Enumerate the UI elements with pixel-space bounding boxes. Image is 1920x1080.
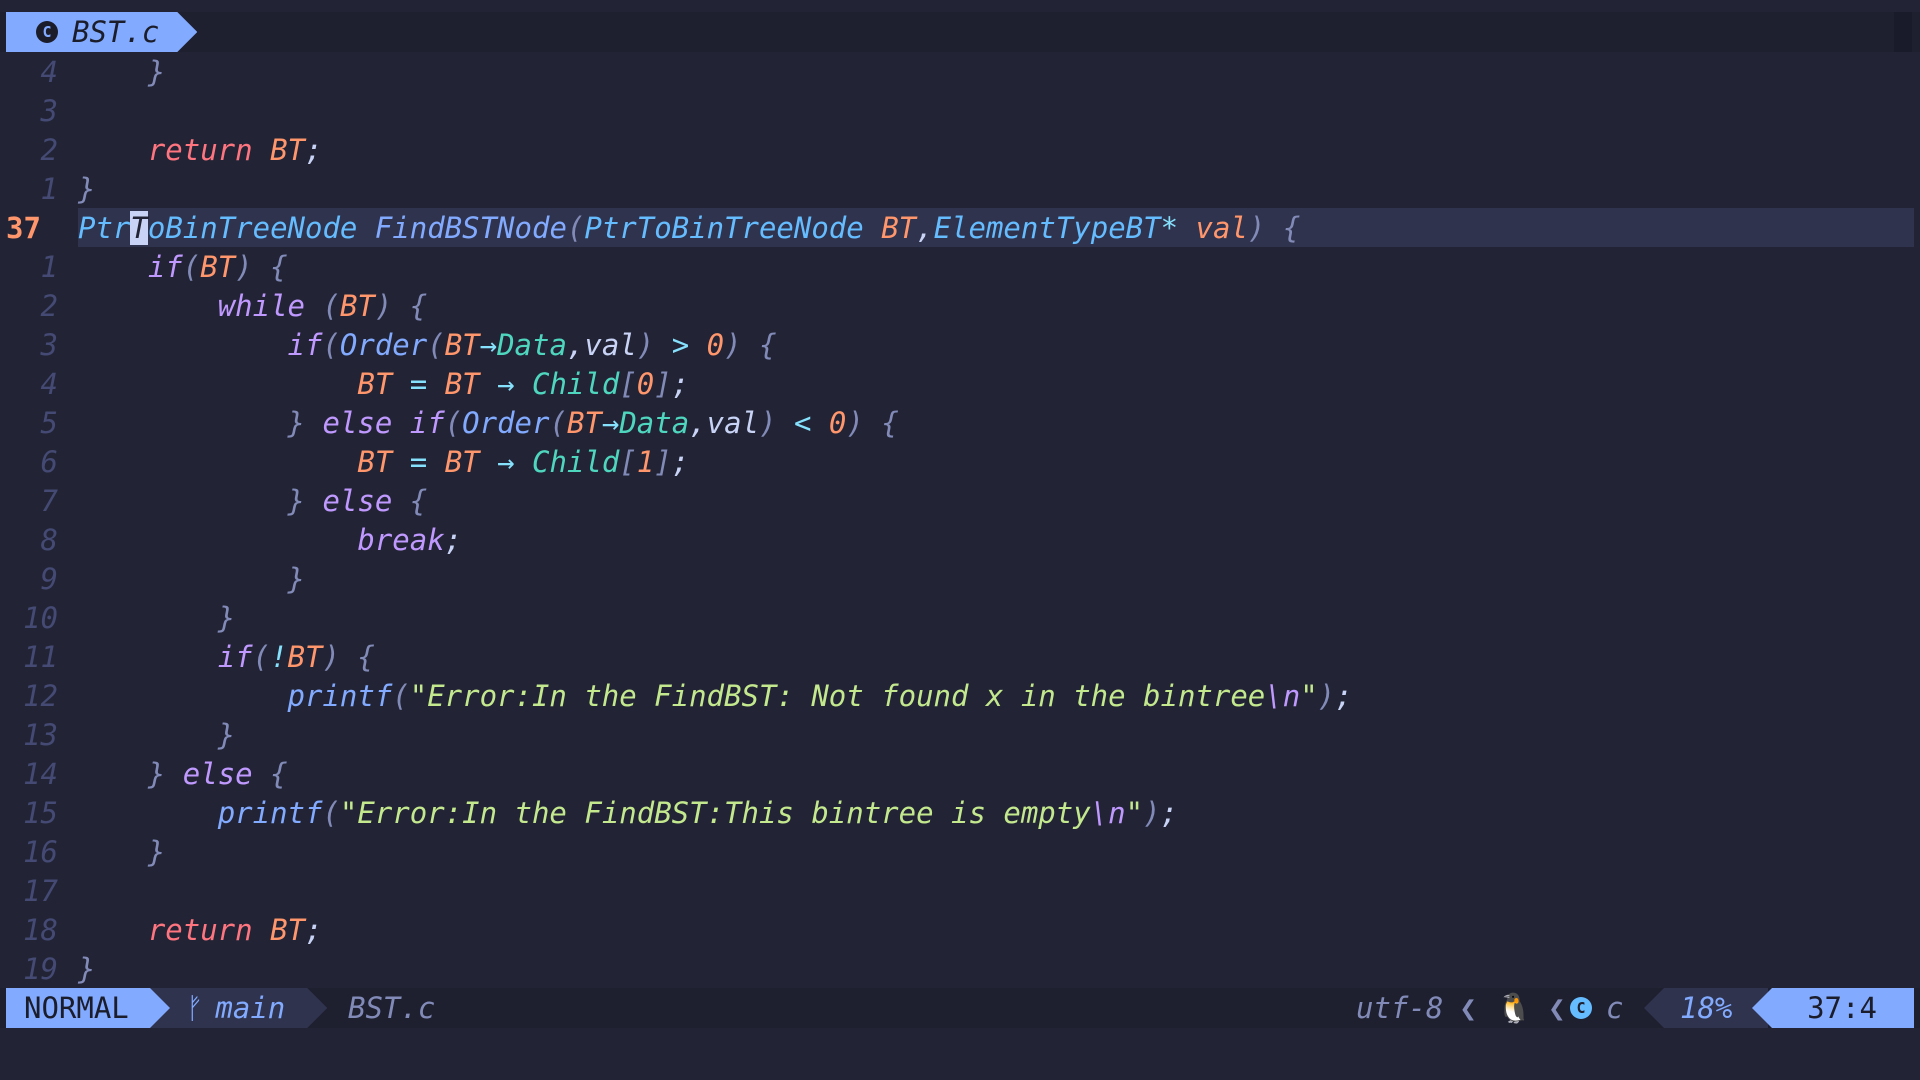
code-text: PtrToBinTreeNode FindBSTNode(PtrToBinTre…	[78, 210, 1301, 245]
code-text: printf("Error:In the FindBST: Not found …	[287, 678, 1353, 713]
line-number: 4	[40, 54, 58, 89]
tabline-scroll-indicator	[1894, 12, 1912, 52]
code-text: }	[217, 600, 236, 635]
code-line[interactable]: 11 if(!BT) {	[0, 637, 1920, 676]
code-text: if(!BT) {	[217, 639, 375, 674]
code-text: }	[147, 834, 166, 869]
code-line[interactable]: 3	[0, 91, 1920, 130]
line-number: 14	[23, 756, 58, 791]
code-text: } else {	[287, 483, 428, 518]
code-text: }	[147, 54, 166, 89]
code-line[interactable]: 1 if(BT) {	[0, 247, 1920, 286]
mode-label: NORMAL	[24, 991, 129, 1025]
code-text: printf("Error:In the FindBST:This bintre…	[217, 795, 1179, 830]
line-number: 5	[40, 405, 58, 440]
code-line[interactable]: 6 BT = BT → Child[1];	[0, 442, 1920, 481]
line-number: 13	[23, 717, 58, 752]
line-number: 19	[23, 951, 58, 986]
separator-icon: ❮	[1459, 991, 1477, 1025]
code-line[interactable]: 4 BT = BT → Child[0];	[0, 364, 1920, 403]
code-text: } else {	[147, 756, 288, 791]
line-number: 6	[40, 444, 58, 479]
line-number: 8	[40, 522, 58, 557]
current-code-line[interactable]: 37 PtrToBinTreeNode FindBSTNode(PtrToBin…	[0, 208, 1920, 247]
scroll-percent-label: 18%	[1680, 991, 1733, 1025]
code-line[interactable]: 16 }	[0, 832, 1920, 871]
line-number: 12	[23, 678, 58, 713]
line-number: 4	[40, 366, 58, 401]
separator-icon: ❮	[1548, 991, 1566, 1025]
code-text: }	[78, 951, 96, 986]
code-line[interactable]: 2 return BT;	[0, 130, 1920, 169]
c-language-icon: C	[36, 21, 58, 43]
line-number: 7	[40, 483, 58, 518]
git-branch-label: main	[215, 991, 286, 1025]
code-line[interactable]: 2 while (BT) {	[0, 286, 1920, 325]
code-text: while (BT) {	[217, 288, 428, 323]
text-cursor: T	[130, 210, 148, 245]
code-line[interactable]: 14 } else {	[0, 754, 1920, 793]
buffer-tab-label: BST.c	[72, 15, 160, 49]
code-text: }	[287, 561, 305, 596]
code-line[interactable]: 1 }	[0, 169, 1920, 208]
code-text: } else if(Order(BT→Data,val) < 0) {	[287, 405, 899, 440]
line-number: 9	[40, 561, 58, 596]
code-line[interactable]: 8 break;	[0, 520, 1920, 559]
mode-indicator: NORMAL	[6, 988, 171, 1028]
line-number: 2	[40, 132, 58, 167]
code-line[interactable]: 3 if(Order(BT→Data,val) > 0) {	[0, 325, 1920, 364]
c-language-icon: C	[1570, 997, 1592, 1019]
line-number: 10	[23, 600, 58, 635]
code-line[interactable]: 10 }	[0, 598, 1920, 637]
code-line[interactable]: 18 return BT;	[0, 910, 1920, 949]
filetype-label: c	[1606, 991, 1624, 1025]
git-branch[interactable]: ᚠ main	[150, 988, 327, 1028]
line-number: 11	[23, 639, 58, 674]
line-number: 16	[23, 834, 58, 869]
tabline: C BST.c	[0, 12, 1920, 52]
current-line-number: 37	[6, 210, 41, 245]
line-number: 1	[40, 249, 58, 284]
code-text: break;	[357, 522, 463, 557]
statusline: NORMAL ᚠ main BST.c utf-8 ❮ 🐧 ❮ C c 18% …	[0, 988, 1920, 1028]
code-line[interactable]: 13 }	[0, 715, 1920, 754]
code-text: return BT;	[147, 912, 323, 947]
command-line[interactable]	[0, 1028, 1920, 1080]
code-line[interactable]: 19 }	[0, 949, 1920, 988]
git-branch-icon: ᚠ	[186, 991, 204, 1025]
file-encoding-label: utf-8	[1356, 991, 1444, 1025]
code-line[interactable]: 12 printf("Error:In the FindBST: Not fou…	[0, 676, 1920, 715]
code-text: }	[217, 717, 236, 752]
line-number: 17	[23, 873, 58, 908]
status-filename-label: BST.c	[348, 991, 436, 1025]
code-line[interactable]: 4 }	[0, 52, 1920, 91]
code-text: return BT;	[147, 132, 323, 167]
scroll-percent: 18%	[1644, 988, 1769, 1028]
file-encoding: utf-8 ❮	[1356, 988, 1477, 1028]
code-text: }	[78, 171, 96, 206]
code-line[interactable]: 9 }	[0, 559, 1920, 598]
buffer-tab[interactable]: C BST.c	[6, 12, 197, 52]
code-text: if(Order(BT→Data,val) > 0) {	[287, 327, 777, 362]
line-number: 3	[40, 93, 58, 128]
status-filename: BST.c	[348, 988, 435, 1028]
code-text: BT = BT → Child[0];	[357, 366, 690, 401]
line-number: 3	[40, 327, 58, 362]
editor-window: C BST.c 4 } 3 2 return BT; 1 } 37 PtrToB…	[0, 0, 1920, 1080]
code-line[interactable]: 15 printf("Error:In the FindBST:This bin…	[0, 793, 1920, 832]
cursor-position: 37:4	[1752, 988, 1914, 1028]
code-text: BT = BT → Child[1];	[357, 444, 690, 479]
code-text: if(BT) {	[147, 249, 288, 284]
line-number: 2	[40, 288, 58, 323]
cursor-position-label: 37:4	[1807, 991, 1877, 1025]
code-line[interactable]: 7 } else {	[0, 481, 1920, 520]
filetype: C c	[1570, 988, 1623, 1028]
code-line[interactable]: 5 } else if(Order(BT→Data,val) < 0) {	[0, 403, 1920, 442]
code-editor[interactable]: 4 } 3 2 return BT; 1 } 37 PtrToBinTreeNo…	[0, 52, 1920, 988]
line-number: 15	[23, 795, 58, 830]
code-line[interactable]: 17	[0, 871, 1920, 910]
line-number: 1	[40, 171, 58, 206]
line-number: 18	[23, 912, 58, 947]
linux-tux-icon: 🐧 ❮	[1496, 990, 1566, 1026]
